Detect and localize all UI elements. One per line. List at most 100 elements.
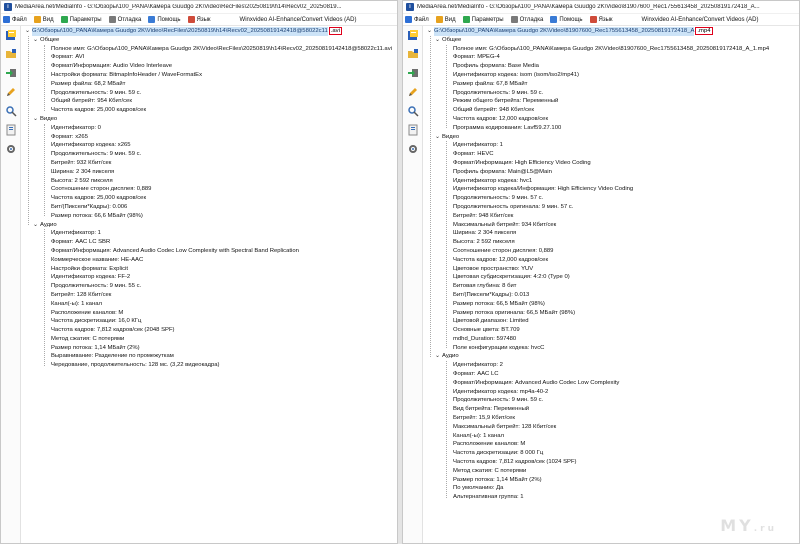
field-row[interactable]: Продолжительность: 9 мин. 57 с. [425,194,797,203]
menu-file[interactable]: Файл [405,16,429,23]
export-button[interactable] [4,67,18,81]
file-node[interactable]: ⌄ G:\Обзоры\100_PANA\Камера Guudgo 2K\Vid… [23,27,395,36]
field-row[interactable]: Частота кадров: 12,000 кадров/сек [425,256,797,265]
chevron-down-icon[interactable]: ⌄ [435,133,442,142]
menu-preferences[interactable]: Параметры [462,16,504,23]
field-row[interactable]: Формат/Информация: Advanced Audio Codec … [23,247,395,256]
chevron-down-icon[interactable]: ⌄ [33,115,40,124]
field-row[interactable]: Цветовая субдискретизация: 4:2:0 (Type 0… [425,273,797,282]
field-row[interactable]: Идентификатор: 2 [425,361,797,370]
field-row[interactable]: Соотношение сторон дисплея: 0,889 [23,185,395,194]
section-video[interactable]: ⌄ Видео [425,133,797,142]
field-row[interactable]: Идентификатор кодека/Информация: High Ef… [425,185,797,194]
field-row[interactable]: Продолжительность: 9 мин. 55 с. [23,282,395,291]
field-row[interactable]: Частота кадров: 7,812 кадров/сек (2048 S… [23,326,395,335]
field-row[interactable]: Частота кадров: 7,812 кадров/сек (1024 S… [425,458,797,467]
field-row[interactable]: Частота дискретизации: 16,0 КГц [23,317,395,326]
field-row[interactable]: Максимальный битрейт: 128 Кбит/сек [425,423,797,432]
field-row[interactable]: Максимальный битрейт: 934 Кбит/сек [425,221,797,230]
menu-winxvideo-ad[interactable]: Winxvideo AI-Enhance/Convert Videos (AD) [642,17,759,23]
menu-debug[interactable]: Отладка [510,16,543,23]
chevron-down-icon[interactable]: ⌄ [435,36,442,45]
field-row[interactable]: Формат: MPEG-4 [425,53,797,62]
field-row[interactable]: Размер файла: 68,2 МБайт [23,80,395,89]
field-row[interactable]: Формат: AAC LC SBR [23,238,395,247]
field-row[interactable]: Формат/Информация: Advanced Audio Codec … [425,379,797,388]
field-row[interactable]: Продолжительность: 9 мин. 59 с. [425,396,797,405]
field-row[interactable]: Программа кодирования: Lavf59.27.100 [425,124,797,133]
menu-preferences[interactable]: Параметры [60,16,102,23]
field-row[interactable]: Высота: 2 592 пикселя [425,238,797,247]
field-row[interactable]: Формат/Информация: Audio Video Interleav… [23,62,395,71]
field-row[interactable]: Бит/(Пиксели*Кадры): 0.006 [23,203,395,212]
field-row[interactable]: Настройки формата: Explicit [23,265,395,274]
field-row[interactable]: Профиль формата: Base Media [425,62,797,71]
field-row[interactable]: Формат/Информация: High Efficiency Video… [425,159,797,168]
field-row[interactable]: Режим общего битрейта: Переменный [425,97,797,106]
open-folder-button[interactable] [4,48,18,62]
chevron-down-icon[interactable]: ⌄ [25,27,32,36]
search-button[interactable] [4,105,18,119]
open-file-button[interactable] [406,29,420,43]
field-row[interactable]: Расположение каналов: M [23,309,395,318]
section-audio[interactable]: ⌄ Аудио [23,221,395,230]
search-button[interactable] [406,105,420,119]
field-row[interactable]: Соотношение сторон дисплея: 0,889 [425,247,797,256]
field-row[interactable]: Метод сжатия: С потерями [23,335,395,344]
field-row[interactable]: Идентификатор: 0 [23,124,395,133]
field-row[interactable]: Канал(-ы): 1 канал [23,300,395,309]
field-row[interactable]: Канал(-ы): 1 канал [425,432,797,441]
field-row[interactable]: Настройки формата: BitmapInfoHeader / Wa… [23,71,395,80]
open-folder-button[interactable] [406,48,420,62]
settings-button[interactable] [4,143,18,157]
field-row[interactable]: Ширина: 2 304 пикселя [425,229,797,238]
field-row[interactable]: Полное имя: G:\Обзоры\100_PANA\Камера Gu… [23,45,395,54]
field-row[interactable]: Битрейт: 948 Кбит/сек [425,212,797,221]
field-row[interactable]: Идентификатор кодека: FF-2 [23,273,395,282]
field-row[interactable]: Частота кадров: 12,000 кадров/сек [425,115,797,124]
field-row[interactable]: Коммерческое название: HE-AAC [23,256,395,265]
section-audio[interactable]: ⌄ Аудио [425,352,797,361]
field-row[interactable]: Формат: HEVC [425,150,797,159]
field-row[interactable]: Битовая глубина: 8 бит [425,282,797,291]
menu-view[interactable]: Вид [435,16,456,23]
menu-language[interactable]: Язык [187,16,211,23]
field-row[interactable]: Основные цвета: BT.709 [425,326,797,335]
field-row[interactable]: Альтернативная группа: 1 [425,493,797,502]
field-row[interactable]: Общий битрейт: 954 Кбит/сек [23,97,395,106]
field-row[interactable]: Битрейт: 128 Кбит/сек [23,291,395,300]
field-row[interactable]: Метод сжатия: С потерями [425,467,797,476]
menu-help[interactable]: Помощь [148,16,181,23]
info-button[interactable] [4,124,18,138]
menu-view[interactable]: Вид [33,16,54,23]
field-row[interactable]: Идентификатор: 1 [23,229,395,238]
edit-button[interactable] [4,86,18,100]
field-row[interactable]: Идентификатор кодека: hvc1 [425,177,797,186]
field-row[interactable]: Выравнивание: Разделение по промежуткам [23,352,395,361]
field-row[interactable]: Профиль формата: Main@L5@Main [425,168,797,177]
field-row[interactable]: Цветовое пространство: YUV [425,265,797,274]
field-row[interactable]: Идентификатор кодека: x265 [23,141,395,150]
field-row[interactable]: Идентификатор: 1 [425,141,797,150]
menu-help[interactable]: Помощь [550,16,583,23]
field-row[interactable]: Размер потока: 1,14 МБайт (2%) [425,476,797,485]
field-row[interactable]: Размер потока: 1,14 МБайт (2%) [23,344,395,353]
menu-debug[interactable]: Отладка [108,16,141,23]
menu-language[interactable]: Язык [589,16,613,23]
field-row[interactable]: Вид битрейта: Переменный [425,405,797,414]
chevron-down-icon[interactable]: ⌄ [33,221,40,230]
open-file-button[interactable] [4,29,18,43]
field-row[interactable]: Размер потока: 66,5 МБайт (98%) [425,300,797,309]
file-node[interactable]: ⌄ G:\Обзоры\100_PANA\Камера Guudgo 2K\Vid… [425,27,797,36]
field-row[interactable]: Идентификатор кодека: isom (isom/iso2/mp… [425,71,797,80]
settings-button[interactable] [406,143,420,157]
field-row[interactable]: Бит/(Пиксели*Кадры): 0.013 [425,291,797,300]
chevron-down-icon[interactable]: ⌄ [33,36,40,45]
menu-file[interactable]: Файл [3,16,27,23]
field-row[interactable]: Частота кадров: 25,000 кадров/сек [23,194,395,203]
section-video[interactable]: ⌄ Видео [23,115,395,124]
field-row[interactable]: Полное имя: G:\Обзоры\100_PANA\Камера Gu… [425,45,797,54]
field-row[interactable]: Битрейт: 15,9 Кбит/сек [425,414,797,423]
field-row[interactable]: Формат: AAC LC [425,370,797,379]
field-row[interactable]: Частота дискретизации: 8 000 Гц [425,449,797,458]
